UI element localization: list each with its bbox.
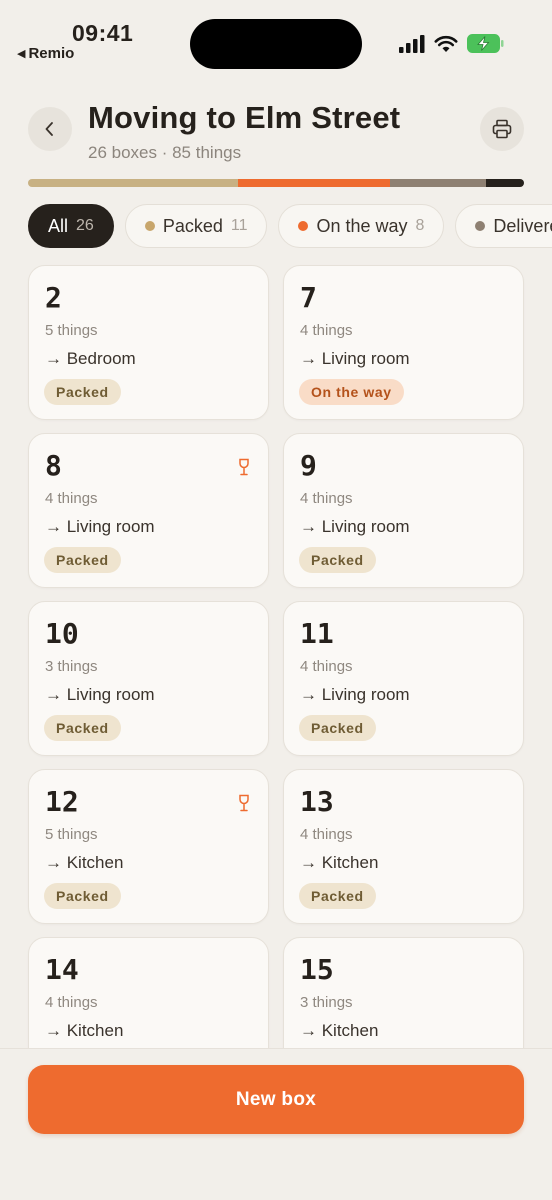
filter-chip-label: Packed [162, 215, 223, 236]
box-card[interactable]: 9 4 things → Living room Packed [283, 433, 524, 588]
progress-segment-delivered [390, 179, 486, 187]
status-bar: 09:41 ◀ Remio [0, 0, 552, 80]
cellular-signal-icon [399, 34, 425, 53]
filter-chip-on-the-way[interactable]: On the way 8 [278, 204, 445, 248]
box-item-count: 4 things [300, 322, 353, 339]
filter-chip-count: 11 [230, 217, 248, 234]
page-subtitle: 26 boxes · 85 things [88, 143, 242, 162]
box-number: 12 [45, 785, 79, 818]
box-grid: 2 5 things → Bedroom Packed 7 4 things → Livin… [28, 265, 524, 1048]
filter-chip-label: On the way [316, 215, 408, 236]
filter-chip-label: All [48, 215, 69, 236]
filter-chip-all[interactable]: All 26 [28, 204, 114, 248]
box-card[interactable]: 13 4 things → Kitchen Packed [283, 769, 524, 924]
box-destination: → Kitchen [45, 853, 124, 872]
status-badge: Packed [299, 547, 376, 573]
box-item-count: 5 things [45, 826, 98, 843]
box-destination: → Living room [45, 517, 155, 536]
box-item-count: 5 things [45, 322, 98, 339]
status-icons [399, 34, 504, 53]
back-triangle-icon: ◀ [17, 48, 26, 60]
box-card[interactable]: 7 4 things → Living room On the way [283, 265, 524, 420]
status-badge: Packed [44, 379, 121, 405]
box-destination: → Living room [300, 685, 410, 704]
box-card[interactable]: 10 3 things → Living room Packed [28, 601, 269, 756]
status-badge: Packed [299, 715, 376, 741]
status-dot-icon [144, 221, 155, 231]
box-card[interactable]: 153 things→ KitchenPacked [283, 937, 524, 1048]
page-title: Moving to Elm Street [88, 100, 401, 135]
box-number: 13 [300, 785, 334, 818]
box-destination: → Living room [45, 685, 155, 704]
wine-glass-icon [239, 458, 249, 476]
box-item-count: 3 things [45, 658, 98, 675]
back-app-label: Remio [28, 45, 75, 62]
box-card[interactable]: 144 things→ KitchenPacked [28, 937, 269, 1048]
wine-glass-icon [239, 794, 249, 812]
status-dot-icon [298, 221, 309, 231]
filter-chip-packed[interactable]: Packed 11 [124, 204, 268, 248]
chevron-left-icon [45, 122, 53, 136]
filter-chip-delivered[interactable]: Delivered [455, 204, 552, 248]
progress-segment-packed [28, 179, 238, 187]
box-item-count: 4 things [300, 490, 353, 507]
box-card[interactable]: 11 4 things → Living room Packed [283, 601, 524, 756]
box-destination: → Living room [300, 349, 410, 368]
box-destination: → Kitchen [300, 853, 379, 872]
box-item-count: 4 things [45, 490, 98, 507]
progress-segment-on-the-way [237, 179, 391, 187]
box-destination: → Living room [300, 517, 410, 536]
filter-chip-row[interactable]: All 26 Packed 11 On the way 8 Delivered [0, 204, 552, 250]
box-destination: → Kitchen [300, 1021, 379, 1040]
box-number: 14 [45, 953, 79, 986]
status-badge: Packed [299, 883, 376, 909]
box-card[interactable]: 8 4 things → Living room Packed [28, 433, 269, 588]
box-number: 10 [45, 617, 79, 650]
box-destination: → Kitchen [45, 1021, 124, 1040]
progress-segment-other [485, 179, 524, 187]
box-card[interactable]: 12 5 things → Kitchen Packed [28, 769, 269, 924]
page-header: Moving to Elm Street 26 boxes · 85 thing… [0, 100, 552, 190]
status-badge: On the way [299, 379, 404, 405]
box-number: 9 [300, 449, 317, 482]
battery-charging-icon [467, 34, 504, 53]
box-item-count: 4 things [45, 994, 98, 1011]
status-badge: Packed [44, 715, 121, 741]
box-number: 2 [45, 281, 62, 314]
box-number: 15 [300, 953, 334, 986]
back-button[interactable] [28, 107, 72, 151]
box-number: 7 [300, 281, 317, 314]
back-to-app-link[interactable]: ◀ Remio [17, 45, 74, 62]
filter-chip-count: 26 [76, 217, 94, 234]
box-item-count: 3 things [300, 994, 353, 1011]
filter-chip-count: 8 [415, 217, 425, 234]
status-time: 09:41 [72, 20, 134, 46]
box-card[interactable]: 2 5 things → Bedroom Packed [28, 265, 269, 420]
filter-chip-label: Delivered [493, 215, 552, 236]
box-item-count: 4 things [300, 826, 353, 843]
new-box-button[interactable]: New box [28, 1065, 524, 1134]
status-badge: Packed [44, 547, 121, 573]
printer-icon [492, 119, 512, 139]
dynamic-island [190, 19, 362, 69]
status-badge: Packed [44, 883, 121, 909]
box-grid-scroll[interactable]: 2 5 things → Bedroom Packed 7 4 things → Livin… [0, 263, 552, 1048]
box-number: 11 [300, 617, 334, 650]
print-button[interactable] [480, 107, 524, 151]
wifi-icon [434, 35, 458, 52]
box-number: 8 [45, 449, 62, 482]
box-item-count: 4 things [300, 658, 353, 675]
status-progress-bar [28, 179, 524, 187]
status-dot-icon [475, 221, 486, 231]
box-destination: → Bedroom [45, 349, 136, 368]
